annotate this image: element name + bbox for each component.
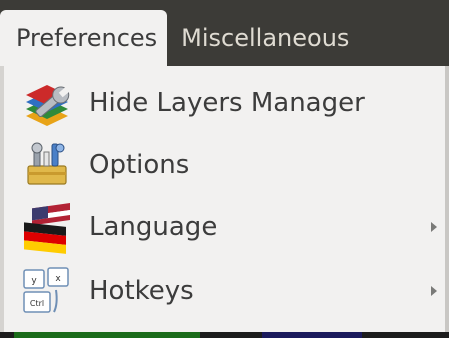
menu-shadow-edge: [445, 66, 449, 332]
menu-item-label: Language: [89, 212, 218, 242]
menu-item-options[interactable]: Options: [4, 134, 445, 196]
layers-wrench-icon: [20, 76, 74, 130]
menubar-item-label: Preferences: [16, 24, 158, 52]
application-window: Preferences Miscellaneous Hide Layers Ma…: [0, 0, 449, 338]
keyboard-keys-icon: y x Ctrl: [20, 264, 74, 318]
preferences-dropdown-menu: Hide Layers Manager Options Language y x…: [0, 66, 445, 332]
menu-item-hotkeys[interactable]: y x Ctrl Hotkeys: [4, 260, 445, 322]
underlying-green-region: [14, 332, 200, 338]
submenu-arrow-icon: [431, 222, 437, 232]
menubar-item-label: Miscellaneous: [181, 24, 350, 52]
svg-text:x: x: [55, 274, 61, 284]
menu-item-label: Hide Layers Manager: [89, 88, 365, 118]
menu-item-label: Options: [89, 150, 190, 180]
menu-item-language[interactable]: Language: [4, 196, 445, 258]
svg-text:y: y: [31, 276, 37, 286]
svg-text:Ctrl: Ctrl: [30, 299, 44, 308]
menu-item-label: Hotkeys: [89, 276, 194, 306]
menu-item-hide-layers-manager[interactable]: Hide Layers Manager: [4, 72, 445, 134]
underlying-blue-region: [262, 332, 362, 338]
submenu-arrow-icon: [431, 286, 437, 296]
menubar-item-miscellaneous[interactable]: Miscellaneous: [167, 10, 361, 66]
menubar-item-preferences[interactable]: Preferences: [0, 10, 168, 66]
toolbox-settings-icon: [20, 138, 74, 192]
menubar: Preferences Miscellaneous: [0, 0, 449, 66]
flags-language-icon: [20, 200, 74, 254]
underlying-window-strip: [0, 332, 449, 338]
